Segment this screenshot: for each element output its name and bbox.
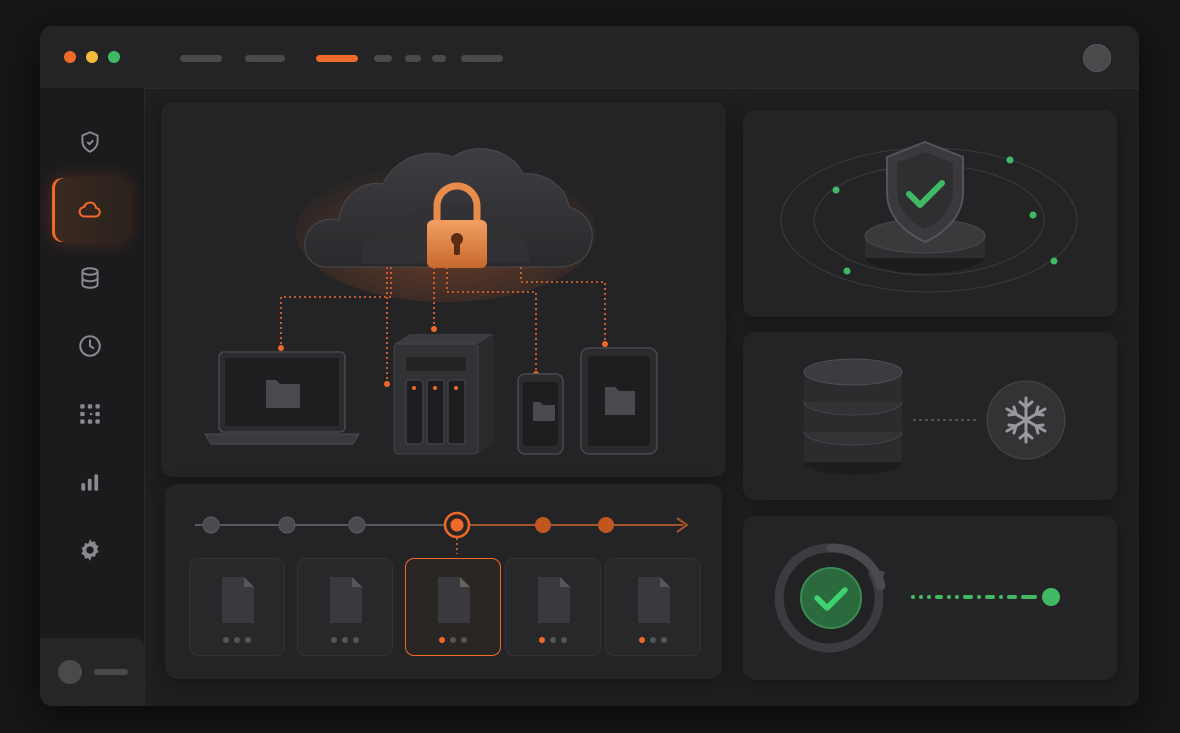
tab-6[interactable] bbox=[432, 55, 446, 62]
sidebar-item-settings[interactable] bbox=[52, 518, 128, 582]
database-icon bbox=[803, 358, 903, 475]
tab-1[interactable] bbox=[180, 55, 222, 62]
sidebar bbox=[40, 88, 145, 706]
version-file-1[interactable] bbox=[189, 558, 285, 656]
sidebar-item-security[interactable] bbox=[52, 110, 128, 174]
sidebar-item-cloud[interactable] bbox=[52, 178, 128, 242]
phone-icon bbox=[517, 373, 564, 455]
timeline-step-6 bbox=[598, 517, 614, 533]
user-avatar[interactable] bbox=[1083, 44, 1111, 72]
nas-server-icon bbox=[393, 334, 494, 455]
security-card[interactable] bbox=[743, 110, 1117, 317]
archive-card[interactable] bbox=[743, 332, 1117, 500]
tab-2[interactable] bbox=[245, 55, 285, 62]
cloud-icon bbox=[78, 201, 101, 218]
database-icon bbox=[81, 267, 99, 289]
window-maximize-button[interactable] bbox=[108, 51, 120, 63]
tab-4[interactable] bbox=[374, 55, 392, 62]
file-icon bbox=[438, 577, 470, 623]
window-close-button[interactable] bbox=[64, 51, 76, 63]
timeline-step-1 bbox=[202, 516, 220, 534]
window-minimize-button[interactable] bbox=[86, 51, 98, 63]
snowflake-icon bbox=[986, 380, 1066, 460]
file-icon bbox=[638, 577, 670, 623]
bar-chart-icon bbox=[81, 474, 99, 491]
version-file-2[interactable] bbox=[297, 558, 393, 656]
avatar bbox=[58, 660, 82, 684]
title-bar bbox=[40, 26, 1139, 89]
tab-5[interactable] bbox=[405, 55, 421, 62]
version-timeline bbox=[195, 511, 689, 554]
sidebar-item-storage[interactable] bbox=[52, 246, 128, 310]
sync-check-icon bbox=[774, 543, 886, 653]
tab-3[interactable] bbox=[316, 55, 358, 62]
sync-diagram bbox=[204, 148, 658, 455]
sync-overview-panel bbox=[161, 102, 726, 477]
shield-icon bbox=[81, 131, 99, 153]
version-file-5[interactable] bbox=[605, 558, 701, 656]
sidebar-item-history[interactable] bbox=[52, 314, 128, 378]
version-file-4[interactable] bbox=[505, 558, 601, 656]
tab-7[interactable] bbox=[461, 55, 503, 62]
timeline-step-3 bbox=[348, 516, 366, 534]
archive-illustration bbox=[803, 358, 1066, 475]
file-icon bbox=[538, 577, 570, 623]
sidebar-item-analytics[interactable] bbox=[52, 450, 128, 514]
laptop-icon bbox=[204, 351, 360, 445]
timeline-step-5 bbox=[535, 517, 551, 533]
gear-icon bbox=[81, 539, 99, 561]
version-file-current[interactable] bbox=[405, 558, 501, 656]
tablet-icon bbox=[580, 347, 658, 455]
qr-code-icon bbox=[80, 404, 100, 424]
sidebar-user-profile[interactable] bbox=[40, 638, 144, 706]
version-timeline-panel bbox=[165, 484, 722, 679]
timeline-step-2 bbox=[278, 516, 296, 534]
user-name-placeholder bbox=[94, 669, 128, 675]
file-icon bbox=[222, 577, 254, 623]
file-icon bbox=[330, 577, 362, 623]
cloud-lock-icon bbox=[304, 148, 593, 268]
backup-progress-line bbox=[911, 588, 1060, 606]
app-window bbox=[40, 26, 1139, 706]
sidebar-item-devices[interactable] bbox=[52, 382, 128, 446]
backup-status-card[interactable] bbox=[743, 516, 1117, 680]
security-illustration bbox=[780, 140, 1078, 293]
backup-illustration bbox=[774, 543, 1060, 653]
clock-icon bbox=[79, 335, 101, 357]
